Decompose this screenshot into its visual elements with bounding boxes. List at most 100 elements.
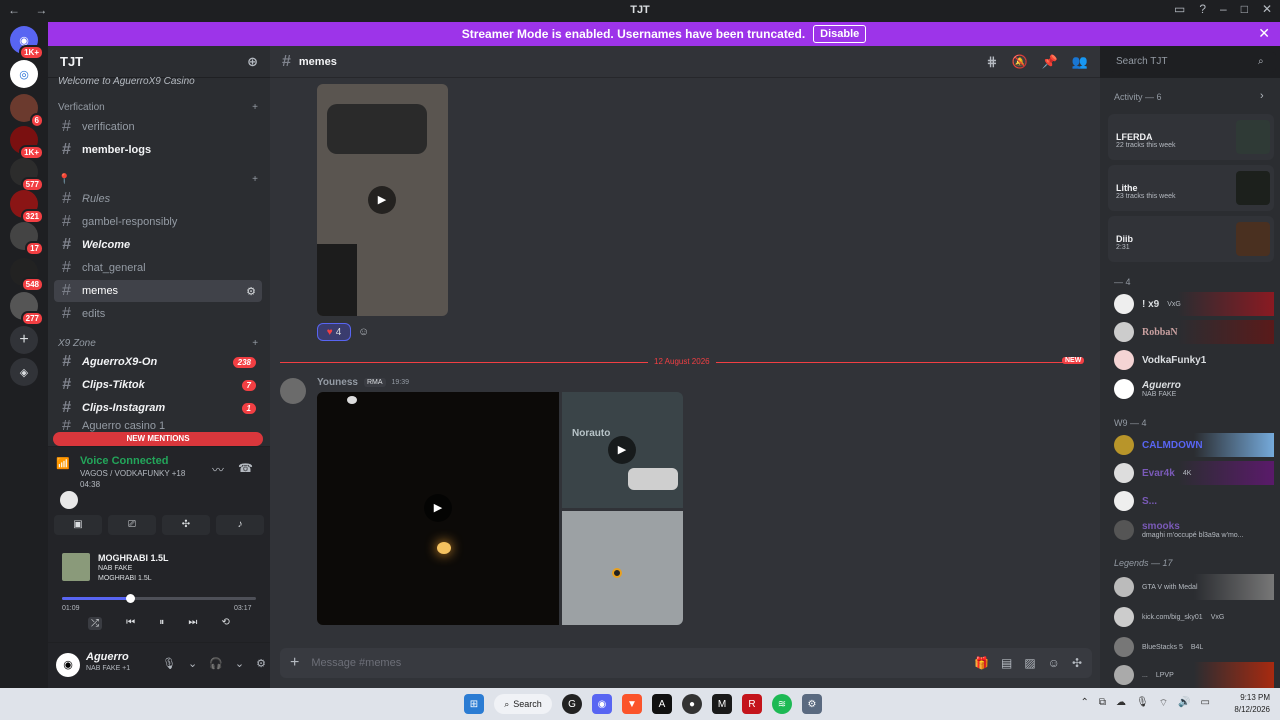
microphone-icon[interactable]: 🎙 [162,657,176,670]
composer-placeholder[interactable]: Message #memes [311,657,401,669]
channel-chat-general[interactable]: # chat_general [54,257,262,279]
server-tag[interactable]: RMA [363,378,386,387]
add-channel-icon[interactable]: + [252,174,258,185]
apps-icon[interactable]: ✣ [1072,656,1082,670]
gift-icon[interactable]: 🎁 [974,656,989,670]
new-mentions-button[interactable]: NEW MENTIONS [53,432,263,446]
search-icon[interactable]: ⌕ [1258,56,1264,67]
search-input[interactable]: Search TJT [1110,52,1276,72]
avatar[interactable]: ◉ [56,653,80,677]
member-row[interactable]: CALMDOWN [1114,433,1274,457]
member-row[interactable]: ... LPVP [1114,662,1274,688]
image-attachment[interactable] [562,511,683,625]
chevron-down-icon[interactable]: ⌄ [235,657,244,670]
add-server-icon[interactable]: + [10,326,38,354]
pin-icon[interactable]: 📌 [1042,54,1058,70]
previous-icon[interactable]: ⏮ [126,617,135,630]
noise-suppression-icon[interactable]: 〰 [212,461,224,478]
channel-aguerrox9-on[interactable]: # AguerroX9-On 238 [54,351,262,373]
video-attachment[interactable]: ▶ [317,392,559,625]
channel-memes[interactable]: # memes ⚙ [54,280,262,302]
emoji-icon[interactable]: ☺ [1048,656,1060,670]
brave-icon[interactable]: ▼ [622,694,642,714]
channel-edits[interactable]: # edits [54,303,262,325]
track-title[interactable]: MOGHRABI 1.5L [98,553,169,563]
banner-close-icon[interactable]: ✕ [1258,25,1270,42]
channel-member-logs[interactable]: # member-logs [54,139,262,161]
activity-card[interactable]: LFERDA 22 tracks this week [1108,114,1274,160]
member-row[interactable]: GTA V with Medal [1114,574,1274,600]
channel-welcome-casino[interactable]: Welcome to AguerroX9 Casino [58,76,258,87]
add-reaction-icon[interactable]: ☺ [358,326,369,338]
progress-knob[interactable] [125,594,135,603]
maximize-icon[interactable]: □ [1241,2,1248,16]
category-x9-zone[interactable]: X9 Zone + [58,338,258,349]
avatar[interactable] [280,378,306,404]
server-icon[interactable]: 277 [10,292,44,326]
voice-status[interactable]: Voice Connected [80,455,168,467]
activities-icon[interactable]: ✣ [162,515,210,535]
member-row[interactable]: S... [1114,489,1274,513]
discord-icon[interactable]: ◉ [592,694,612,714]
tray-app-icon[interactable]: ☁ [1116,697,1126,710]
battery-icon[interactable]: ▭ [1201,697,1210,710]
username[interactable]: Aguerro [86,651,129,663]
category-verification[interactable]: Verfication + [58,102,258,113]
app-icon[interactable]: M [712,694,732,714]
server-icon[interactable]: 6 [10,94,44,128]
activity-card[interactable]: Diib 2:31 [1108,216,1274,262]
attach-plus-icon[interactable]: + [290,654,299,672]
help-icon[interactable]: ? [1199,2,1206,16]
member-row[interactable]: BlueStacks 5 B4L [1114,634,1274,660]
gif-icon[interactable]: ▤ [1001,656,1012,670]
voice-channel[interactable]: VAGOS / VODKAFUNKY +18 [80,469,185,478]
add-channel-icon[interactable]: + [252,338,258,349]
members-icon[interactable]: 👥 [1072,54,1088,70]
shuffle-icon[interactable]: ⤮ [88,617,103,630]
member-row[interactable]: ! x9 VxG [1114,292,1274,316]
channel-gambel-responsibly[interactable]: # gambel-responsibly [54,211,262,233]
video-attachment[interactable]: Norauto ▶ [562,392,683,508]
chevron-up-icon[interactable]: ⌃ [1080,697,1088,710]
sticker-icon[interactable]: ▨ [1024,656,1035,670]
track-artist[interactable]: NAB FAKE [98,565,132,572]
wifi-icon[interactable]: ⌔ [1159,697,1168,710]
chevron-right-icon[interactable]: › [1260,90,1264,102]
screen-share-icon[interactable]: ⎚ [108,515,156,535]
pause-icon[interactable]: ⏸ [159,617,164,630]
threads-icon[interactable]: ⋕ [987,54,998,70]
channel-rules[interactable]: # Rules [54,188,262,210]
progress-track[interactable] [62,594,256,603]
inbox-icon[interactable]: ▭ [1174,2,1185,16]
message-composer[interactable]: + Message #memes 🎁 ▤ ▨ ☺ ✣ [280,648,1092,678]
member-row[interactable]: Evar4k 4K [1114,461,1274,485]
microphone-icon[interactable]: 🎙 [1136,697,1149,710]
close-icon[interactable]: ✕ [1262,2,1272,16]
mute-icon[interactable]: 🔕 [1011,54,1027,70]
app-icon[interactable]: G [562,694,582,714]
next-icon[interactable]: ⏭ [188,617,197,630]
server-icon[interactable]: 577 [10,158,44,192]
activity-header[interactable]: Activity — 6 [1114,92,1162,102]
member-row[interactable]: Aguerro NAB FAKE [1114,376,1274,402]
category-unnamed[interactable]: 📍 + [58,174,258,185]
app-icon[interactable]: R [742,694,762,714]
minimize-icon[interactable]: – [1220,2,1227,16]
add-member-icon[interactable]: ⊕ [247,54,258,70]
disable-button[interactable]: Disable [813,25,867,43]
home-icon[interactable]: ◉ 1K+ [10,26,44,60]
steam-icon[interactable]: ● [682,694,702,714]
headphones-icon[interactable]: 🎧 [209,657,223,670]
album-art[interactable] [62,553,90,581]
repeat-icon[interactable]: ⟲ [221,617,229,630]
volume-icon[interactable]: 🔊 [1178,697,1190,710]
play-icon[interactable]: ▶ [368,186,396,214]
settings-icon[interactable]: ⚙ [246,285,256,298]
play-icon[interactable]: ▶ [608,436,636,464]
clock[interactable]: 9:13 PM 8/12/2026 [1234,692,1270,716]
member-row[interactable]: smooks dmaghi m'occupé bl3a9a w'mo... [1114,517,1274,543]
author-name[interactable]: Youness [317,377,358,388]
settings-icon[interactable]: ⚙ [256,657,266,670]
activity-card[interactable]: Lithe 23 tracks this week [1108,165,1274,211]
discover-icon[interactable]: ◈ [10,358,38,386]
